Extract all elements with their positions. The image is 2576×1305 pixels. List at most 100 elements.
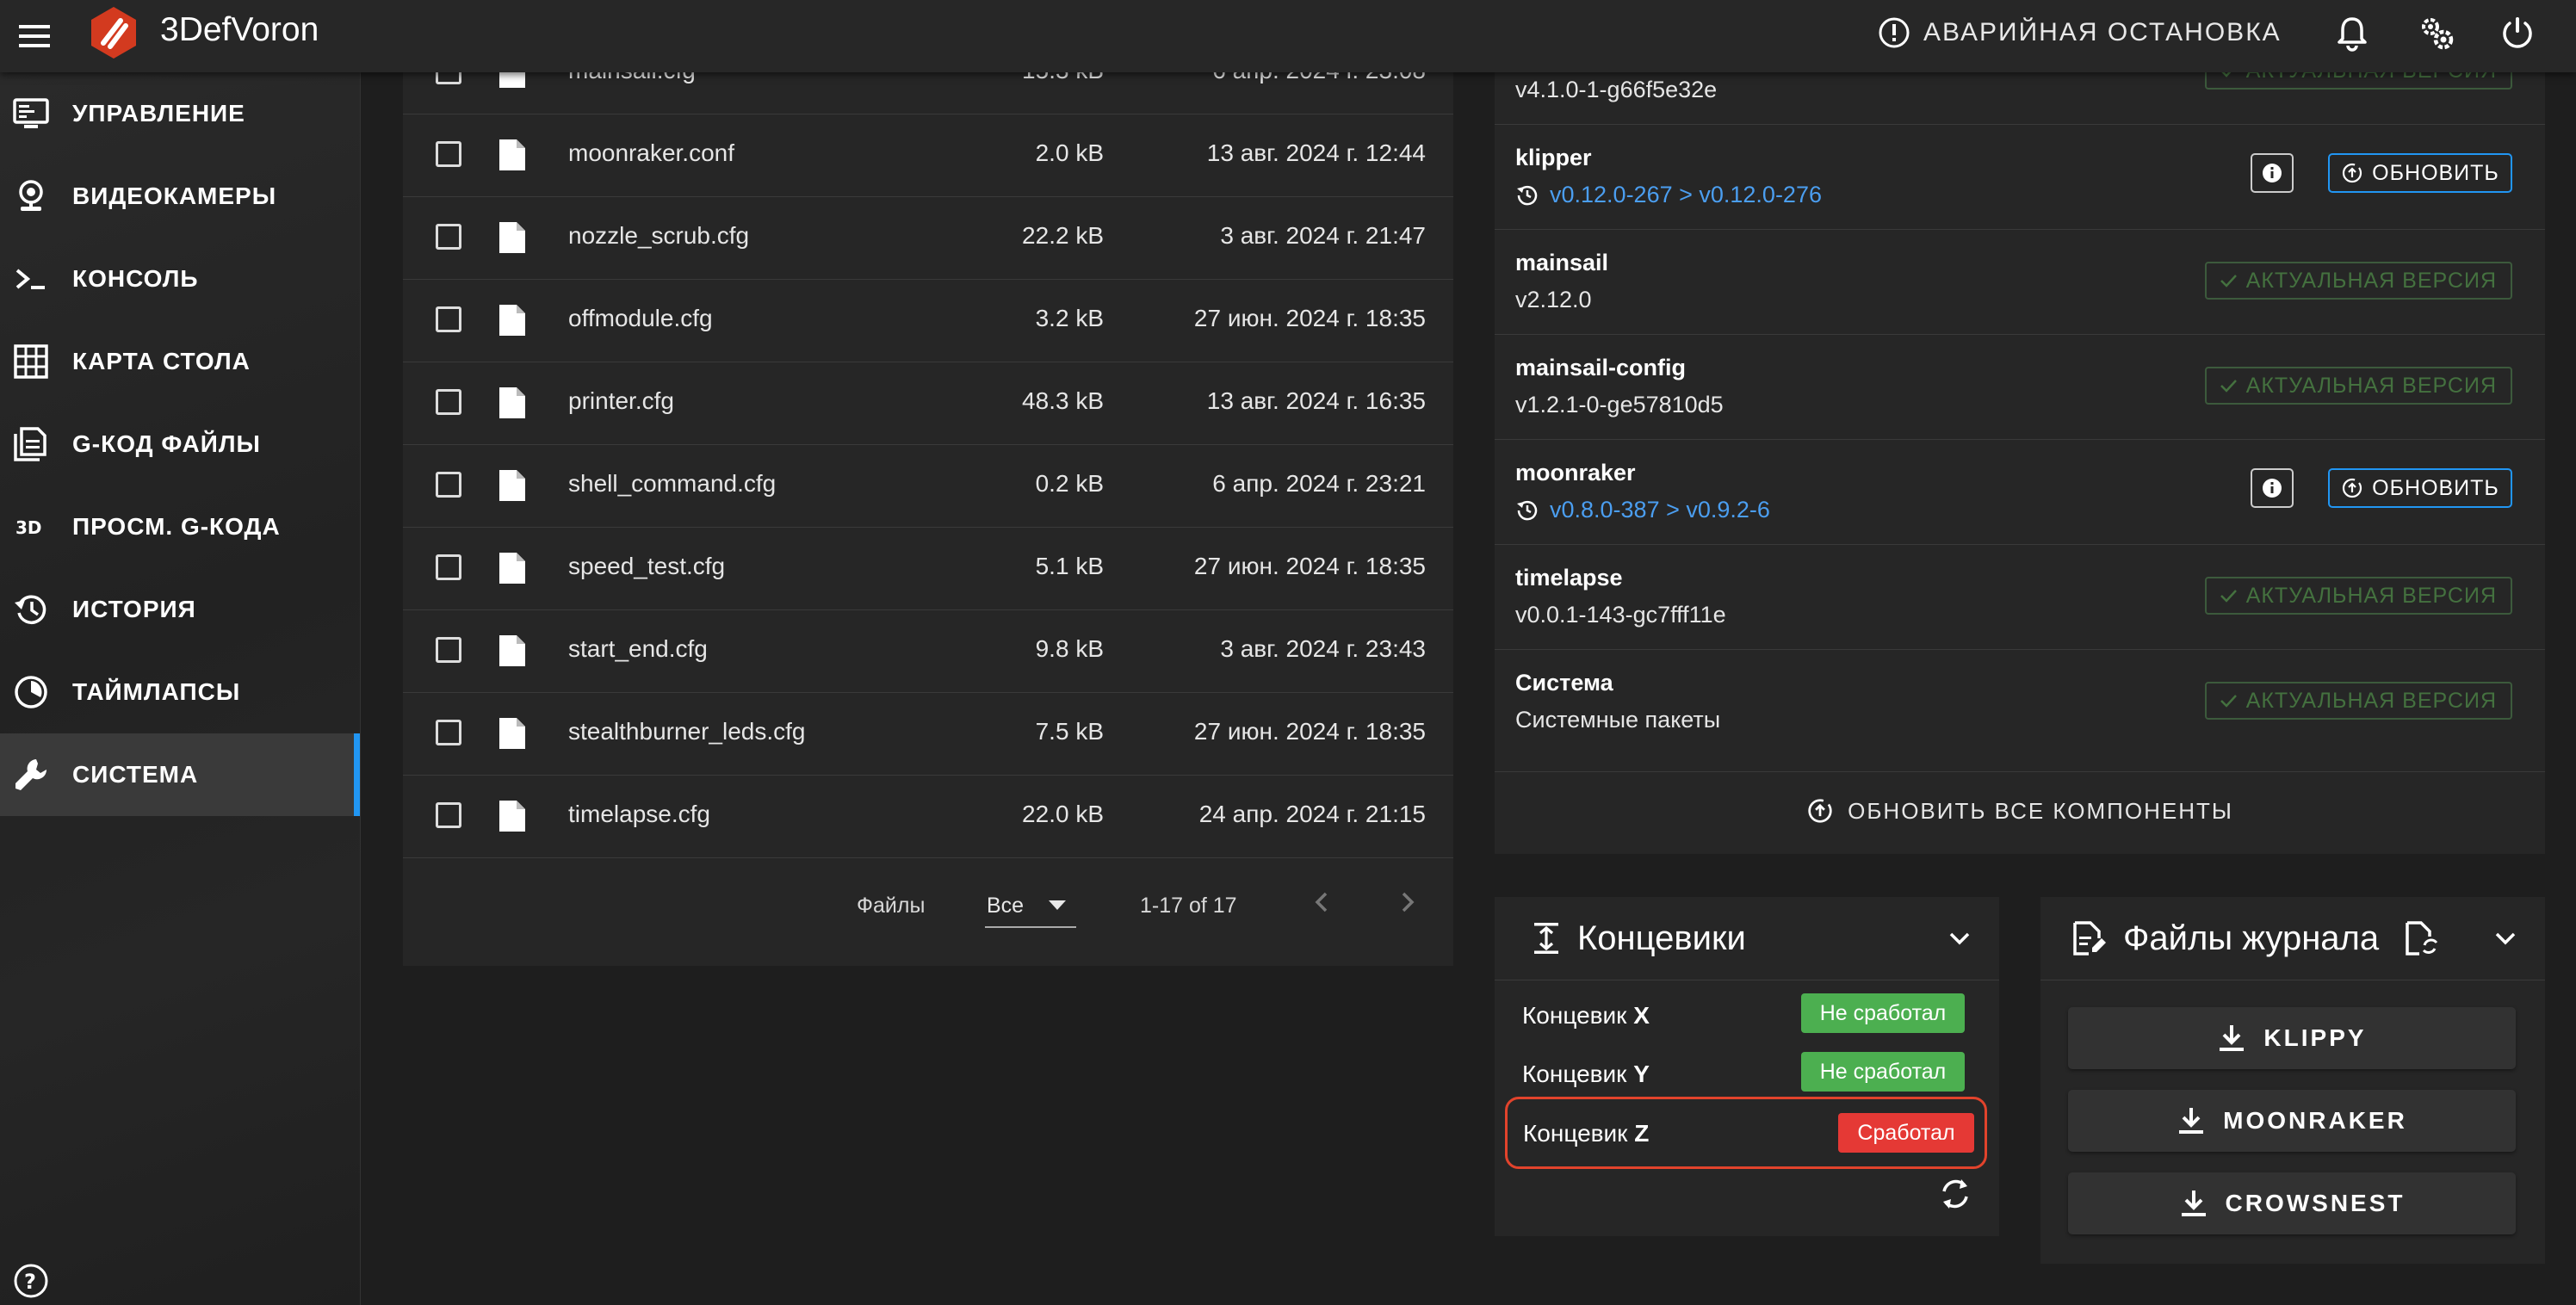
update-icon xyxy=(2343,478,2362,498)
row-checkbox[interactable] xyxy=(436,802,461,828)
row-checkbox[interactable] xyxy=(436,141,461,167)
log-files-card: Файлы журнала KLIPPY MOONRAKER CROWSNEST xyxy=(2040,897,2545,1264)
update-all-button[interactable]: ОБНОВИТЬ ВСЕ КОМПОНЕНТЫ xyxy=(1495,771,2545,850)
row-checkbox[interactable] xyxy=(436,554,461,580)
row-checkbox[interactable] xyxy=(436,637,461,663)
file-icon xyxy=(499,718,525,749)
file-size: 0.2 kB xyxy=(1035,470,1104,497)
table-row[interactable]: shell_command.cfg 0.2 kB 6 апр. 2024 г. … xyxy=(403,444,1453,528)
update-button[interactable]: ОБНОВИТЬ xyxy=(2328,153,2512,193)
settings-icon[interactable] xyxy=(2416,12,2457,53)
download-moonraker-button[interactable]: MOONRAKER xyxy=(2068,1090,2516,1152)
up-to-date-button: АКТУАЛЬНАЯ ВЕРСИЯ xyxy=(2204,262,2512,300)
row-checkbox[interactable] xyxy=(436,224,461,250)
sidebar-item-console[interactable]: КОНСОЛЬ xyxy=(0,238,360,320)
history-icon xyxy=(1517,500,1538,521)
check-icon xyxy=(2220,275,2237,288)
monitor-dashboard-icon xyxy=(13,98,49,128)
download-crowsnest-button[interactable]: CROWSNEST xyxy=(2068,1172,2516,1234)
webcam-icon xyxy=(19,180,43,211)
grid-icon xyxy=(14,344,48,379)
pagination: Файлы Все 1-17 of 17 xyxy=(403,861,1453,961)
file-modified: 13 авг. 2024 г. 12:44 xyxy=(1206,139,1426,166)
bell-icon[interactable] xyxy=(2331,12,2373,53)
download-label: KLIPPY xyxy=(2263,1024,2367,1051)
info-button[interactable] xyxy=(2251,468,2294,508)
info-button[interactable] xyxy=(2251,153,2294,193)
logo[interactable] xyxy=(84,3,143,62)
sidebar-item-label: СИСТЕМА xyxy=(72,761,199,788)
sidebar-item-timelapse[interactable]: ТАЙМЛАПСЫ xyxy=(0,651,360,733)
component-version: v2.12.0 xyxy=(1515,287,1592,312)
menu-icon[interactable] xyxy=(14,15,55,57)
up-to-date-button: АКТУАЛЬНАЯ ВЕРСИЯ xyxy=(2204,682,2512,720)
row-checkbox[interactable] xyxy=(436,389,461,415)
check-icon xyxy=(2220,590,2237,603)
endstop-label: Концевик Z xyxy=(1523,1120,1650,1147)
component-name: moonraker xyxy=(1515,460,1636,486)
emergency-stop-button[interactable]: АВАРИЙНАЯ ОСТАНОВКА xyxy=(1877,12,2282,53)
rows-per-page-label: Файлы xyxy=(857,894,926,918)
rows-per-page-value: Все xyxy=(987,894,1025,918)
table-row[interactable]: timelapse.cfg 22.0 kB 24 апр. 2024 г. 21… xyxy=(403,775,1453,858)
file-modified: 6 апр. 2024 г. 23:21 xyxy=(1212,470,1426,497)
power-icon[interactable] xyxy=(2497,12,2538,53)
up-to-date-label: АКТУАЛЬНАЯ ВЕРСИЯ xyxy=(2245,268,2497,293)
file-modified: 27 июн. 2024 г. 18:35 xyxy=(1193,718,1426,745)
sidebar-item-system[interactable]: СИСТЕМА xyxy=(0,733,360,816)
sidebar-item-label: КОНСОЛЬ xyxy=(72,265,199,292)
file-edit-icon xyxy=(2073,921,2106,956)
page-range: 1-17 of 17 xyxy=(1140,894,1237,918)
chevron-left-icon[interactable] xyxy=(1303,883,1341,921)
update-button[interactable]: ОБНОВИТЬ xyxy=(2328,468,2512,508)
up-to-date-button: АКТУАЛЬНАЯ ВЕРСИЯ xyxy=(2204,577,2512,615)
table-row[interactable]: stealthburner_leds.cfg 7.5 kB 27 июн. 20… xyxy=(403,692,1453,776)
download-klippy-button[interactable]: KLIPPY xyxy=(2068,1007,2516,1069)
file-modified: 3 авг. 2024 г. 21:47 xyxy=(1220,222,1426,249)
sidebar-item-webcams[interactable]: ВИДЕОКАМЕРЫ xyxy=(0,155,360,238)
table-row[interactable]: speed_test.cfg 5.1 kB 27 июн. 2024 г. 18… xyxy=(403,527,1453,610)
file-modified: 24 апр. 2024 г. 21:15 xyxy=(1198,801,1426,827)
sidebar-item-label: ВИДЕОКАМЕРЫ xyxy=(72,182,277,209)
file-name: moonraker.conf xyxy=(568,139,734,166)
file-size: 9.8 kB xyxy=(1035,635,1104,662)
changelog-link[interactable]: v0.12.0-267 > v0.12.0-276 xyxy=(1515,177,1822,212)
row-checkbox[interactable] xyxy=(436,472,461,498)
update-row-mainsail-config: mainsail-config v1.2.1-0-ge57810d5 АКТУА… xyxy=(1495,334,2545,440)
table-row[interactable]: printer.cfg 48.3 kB 13 авг. 2024 г. 16:3… xyxy=(403,362,1453,445)
table-row[interactable]: start_end.cfg 9.8 kB 3 авг. 2024 г. 23:4… xyxy=(403,609,1453,693)
component-version[interactable]: v0.8.0-387 > v0.9.2-6 xyxy=(1550,497,1770,523)
chevron-down-icon[interactable] xyxy=(1942,921,1977,956)
history-icon xyxy=(15,595,46,624)
table-row[interactable]: nozzle_scrub.cfg 22.2 kB 3 авг. 2024 г. … xyxy=(403,196,1453,280)
chevron-down-icon[interactable] xyxy=(2488,921,2523,956)
sidebar-item-gcode-files[interactable]: G-КОД ФАЙЛЫ xyxy=(0,403,360,486)
file-modified: 3 авг. 2024 г. 23:43 xyxy=(1220,635,1426,662)
component-version[interactable]: v0.12.0-267 > v0.12.0-276 xyxy=(1550,182,1822,208)
sidebar-item-history[interactable]: ИСТОРИЯ xyxy=(0,568,360,651)
sidebar-item-dashboard[interactable]: УПРАВЛЕНИЕ xyxy=(0,72,360,155)
rows-per-page-select[interactable]: Все xyxy=(985,887,1076,928)
help-icon[interactable]: ? xyxy=(12,1262,50,1300)
file-name: shell_command.cfg xyxy=(568,470,777,497)
alert-icon xyxy=(1879,17,1910,48)
endstop-status-badge: Не сработал xyxy=(1801,993,1965,1033)
update-row-mainsail: mainsail v2.12.0 АКТУАЛЬНАЯ ВЕРСИЯ xyxy=(1495,229,2545,335)
sidebar-item-label: ИСТОРИЯ xyxy=(72,596,196,622)
table-row[interactable]: moonraker.conf 2.0 kB 13 авг. 2024 г. 12… xyxy=(403,114,1453,197)
info-icon xyxy=(2263,164,2282,182)
refresh-icon[interactable] xyxy=(1935,1174,1975,1214)
sidebar-item-gcode-viewer[interactable]: 3D ПРОСМ. G-КОДА xyxy=(0,486,360,568)
chevron-right-icon[interactable] xyxy=(1388,883,1426,921)
sidebar-item-heightmap[interactable]: КАРТА СТОЛА xyxy=(0,320,360,403)
up-to-date-label: АКТУАЛЬНАЯ ВЕРСИЯ xyxy=(2245,688,2497,713)
file-name: start_end.cfg xyxy=(568,635,708,662)
history-icon xyxy=(1517,185,1538,206)
row-checkbox[interactable] xyxy=(436,720,461,745)
table-row[interactable]: offmodule.cfg 3.2 kB 27 июн. 2024 г. 18:… xyxy=(403,279,1453,362)
component-version: v0.0.1-143-gc7fff11e xyxy=(1515,602,1726,628)
check-icon xyxy=(2220,380,2237,393)
file-refresh-icon[interactable] xyxy=(2402,919,2440,957)
changelog-link[interactable]: v0.8.0-387 > v0.9.2-6 xyxy=(1515,492,1770,527)
row-checkbox[interactable] xyxy=(436,306,461,332)
